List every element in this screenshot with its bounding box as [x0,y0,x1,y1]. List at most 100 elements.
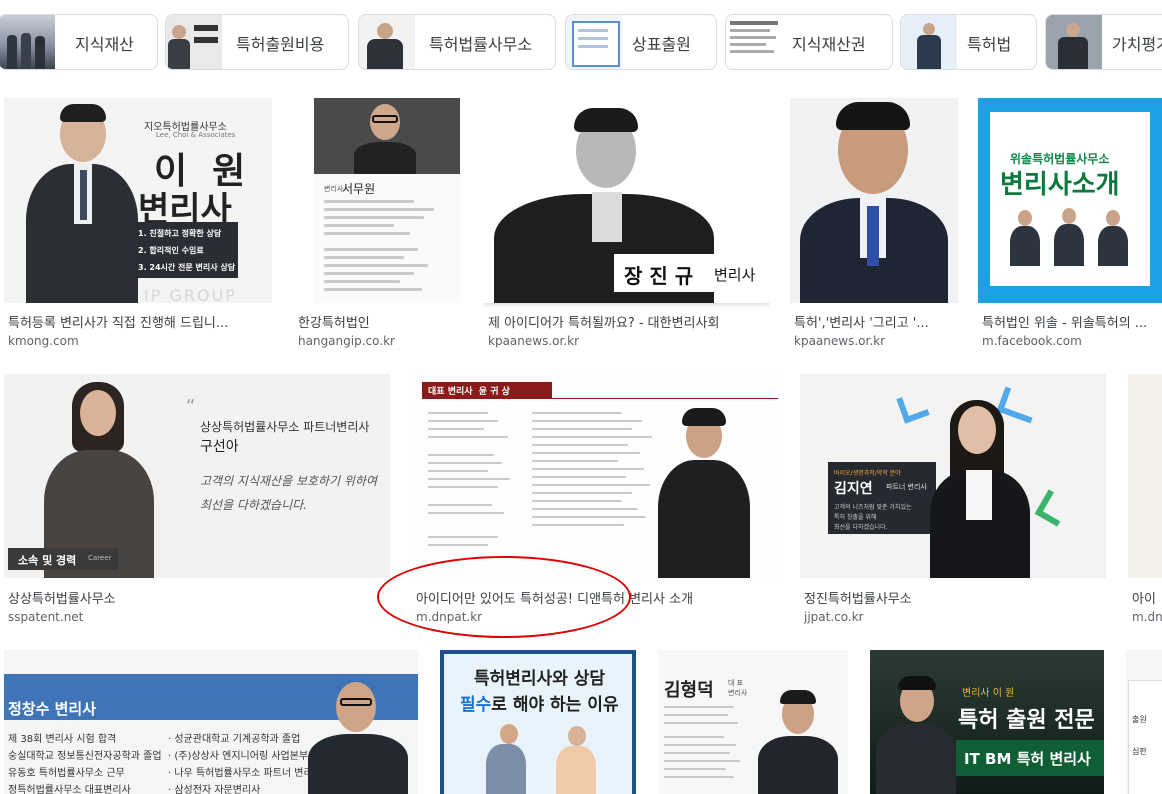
feature-item: 3. 24시간 전문 변리사 상담 [138,263,236,272]
result-source[interactable]: sspatent.net [8,610,83,624]
person-name: 정창수 변리사 [8,700,97,718]
chip-thumbnail [0,15,55,69]
result-thumbnail[interactable]: 출원 심판 [1126,650,1162,794]
feature-box: 1. 친절하고 정확한 상담 2. 합리적인 수임료 3. 24시간 전문 변리… [134,222,238,278]
result-thumbnail[interactable] [1128,374,1162,578]
result-thumbnail[interactable]: 장 진 규 변리사 [484,98,770,303]
chip-patent-cost[interactable]: 특허출원비용 [165,14,349,70]
chip-thumbnail [359,15,415,69]
result-thumbnail[interactable]: 특허변리사와 상담 필수로 해야 하는 이유 [440,650,636,794]
result-title[interactable]: 정진특허법률사무소 [804,588,912,607]
result-source[interactable]: m.dnpat.kr [416,610,482,624]
person-suit [758,736,838,794]
result-title[interactable]: 상상특허법률사무소 [8,588,116,607]
chip-label: 특허법률사무소 [429,35,533,54]
image-result[interactable]: 변리사 이 원 특허 출원 전문 IT BM 특허 변리사 [870,650,1104,794]
person-name: 김형덕 [664,680,714,701]
result-source[interactable]: m.facebook.com [982,334,1082,348]
image-result[interactable]: 대표 변리사 윤 귀 상 아이디어만 있어도 특허성공! 디앤특허 변리사 소개… [410,374,782,632]
person-head [336,682,376,732]
image-result[interactable]: “ 상상특허법률사무소 파트너변리사 구선아 고객의 지식재산을 보호하기 위하… [4,374,390,632]
result-thumbnail[interactable]: 변리사 이 원 특허 출원 전문 IT BM 특허 변리사 [870,650,1104,794]
headline-line1: 특허변리사와 상담 [474,669,606,689]
person-suit [308,734,408,794]
result-thumbnail[interactable]: 바이오/생명과학/약학 분야 김지연 파트너 변리사 고객의 니즈처럼 맞춘 가… [800,374,1106,578]
footer-watermark: IP GROUP [144,286,237,303]
person-suit [876,724,956,794]
result-thumbnail[interactable] [790,98,958,303]
caption-box: 장 진 규 변리사 [614,254,770,292]
result-thumbnail[interactable]: “ 상상특허법률사무소 파트너변리사 구선아 고객의 지식재산을 보호하기 위하… [4,374,390,578]
result-source[interactable]: kmong.com [8,334,79,348]
result-title[interactable]: 특허법인 위솔 - 위솔특허의 ... [982,312,1160,331]
chip-label: 지식재산 [75,35,134,54]
image-result[interactable]: 지오특허법률사무소 Lee, Choi & Associates 이 원 변리사… [4,98,272,356]
result-thumbnail[interactable]: 변리사 서무원 [314,98,460,303]
image-result[interactable]: 아이 m.dn [1128,374,1162,632]
result-thumbnail[interactable]: 김형덕 대 표 변리사 [658,650,848,794]
image-result[interactable]: 출원 심판 [1126,650,1162,794]
result-title[interactable]: 제 아이디어가 특허될까요? - 대한변리사회 [488,312,719,331]
chip-thumbnail [566,15,622,69]
headline: 변리사소개 [1000,170,1120,200]
result-source[interactable]: m.dn [1132,610,1162,624]
header-bar: 대표 변리사 윤 귀 상 [422,382,552,398]
result-source[interactable]: hangangip.co.kr [298,334,395,348]
result-source[interactable]: kpaanews.or.kr [794,334,885,348]
image-result[interactable]: 정창수 변리사 제 38회 변리사 시험 합격 숭실대학교 정보통신전자공학과 … [4,650,418,794]
chip-label: 상표출원 [632,35,691,54]
result-source[interactable]: kpaanews.or.kr [488,334,579,348]
result-thumbnail[interactable]: 지오특허법률사무소 Lee, Choi & Associates 이 원 변리사… [4,98,272,303]
caption-name: 장 진 규 [624,264,694,288]
chip-patent-law-firm[interactable]: 특허법률사무소 [358,14,556,70]
result-title[interactable]: 특허','변리사 '그리고 '... [794,312,954,331]
profile-card: 바이오/생명과학/약학 분야 김지연 파트너 변리사 고객의 니즈처럼 맞춘 가… [828,462,936,534]
chip-patent-law[interactable]: 특허법 [900,14,1037,70]
chip-label: 가치평가 [1112,35,1162,54]
chip-jisikjaesan[interactable]: 지식재산 [0,14,158,70]
image-result[interactable]: 변리사 서무원 한강특허법인 hangangip.co.kr [294,98,466,356]
firm-logo-sub: Lee, Choi & Associates [156,131,236,139]
image-result[interactable]: 김형덕 대 표 변리사 [658,650,848,794]
person-head [958,406,996,454]
image-result[interactable]: 장 진 규 변리사 제 아이디어가 특허될까요? - 대한변리사회 kpaane… [484,98,770,356]
chip-thumbnail [726,15,782,69]
result-title[interactable]: 아이 [1132,588,1156,607]
result-thumbnail[interactable]: 정창수 변리사 제 38회 변리사 시험 합격 숭실대학교 정보통신전자공학과 … [4,650,418,794]
result-thumbnail[interactable]: 대표 변리사 윤 귀 상 [414,374,778,578]
office-label: 상상특허법률사무소 파트너변리사 [200,420,370,434]
result-source[interactable]: jjpat.co.kr [804,610,864,624]
person-name: 서무원 [342,182,376,196]
chip-label: 특허법 [967,35,1012,54]
banner-headline: 특허 출원 전문 [958,708,1095,733]
person-suit [658,460,750,578]
feature-item: 2. 합리적인 수임료 [138,246,204,255]
result-title[interactable]: 아이디어만 있어도 특허성공! 디앤특허 변리사 소개 [416,588,693,607]
handwriting-line: 최선을 다하겠습니다. [200,498,307,512]
result-title[interactable]: 한강특허법인 [298,312,370,331]
caption-role: 변리사 [714,266,756,284]
career-tag: 소속 및 경력 Career [8,548,118,570]
headline-line2: 필수로 해야 하는 이유 [460,695,619,715]
image-result[interactable]: 바이오/생명과학/약학 분야 김지연 파트너 변리사 고객의 니즈처럼 맞춘 가… [800,374,1106,632]
feature-item: 1. 친절하고 정확한 상담 [138,229,222,238]
banner-top: 변리사 이 원 [962,688,1015,699]
related-search-chips: 지식재산 특허출원비용 특허법률사무소 상표출원 지식재산권 특허법 가치평 [0,14,1162,72]
role-label: 변리사 [324,185,344,193]
person-name: 구선아 [200,439,239,455]
result-title[interactable]: 특허등록 변리사가 직접 진행해 드립니... [8,312,270,331]
result-thumbnail[interactable]: 위솔특허법률사무소 변리사소개 [978,98,1162,303]
person-suit [354,142,416,174]
image-result[interactable]: 위솔특허법률사무소 변리사소개 특허법인 위솔 - 위솔특허의 ... m.fa… [978,98,1162,356]
image-result[interactable]: 특허','변리사 '그리고 '... kpaanews.or.kr [790,98,958,356]
chip-thumbnail [1046,15,1102,69]
image-result[interactable]: 특허변리사와 상담 필수로 해야 하는 이유 [440,650,636,794]
banner-sub: IT BM 특허 변리사 [964,750,1091,768]
handwriting-line: 고객의 지식재산을 보호하기 위하여 [200,474,378,488]
chip-label: 특허출원비용 [236,35,325,54]
chip-trademark[interactable]: 상표출원 [565,14,717,70]
chip-thumbnail [901,15,957,69]
chip-ip-rights[interactable]: 지식재산권 [725,14,893,70]
chip-thumbnail [166,15,222,69]
chip-valuation[interactable]: 가치평가 [1045,14,1162,70]
